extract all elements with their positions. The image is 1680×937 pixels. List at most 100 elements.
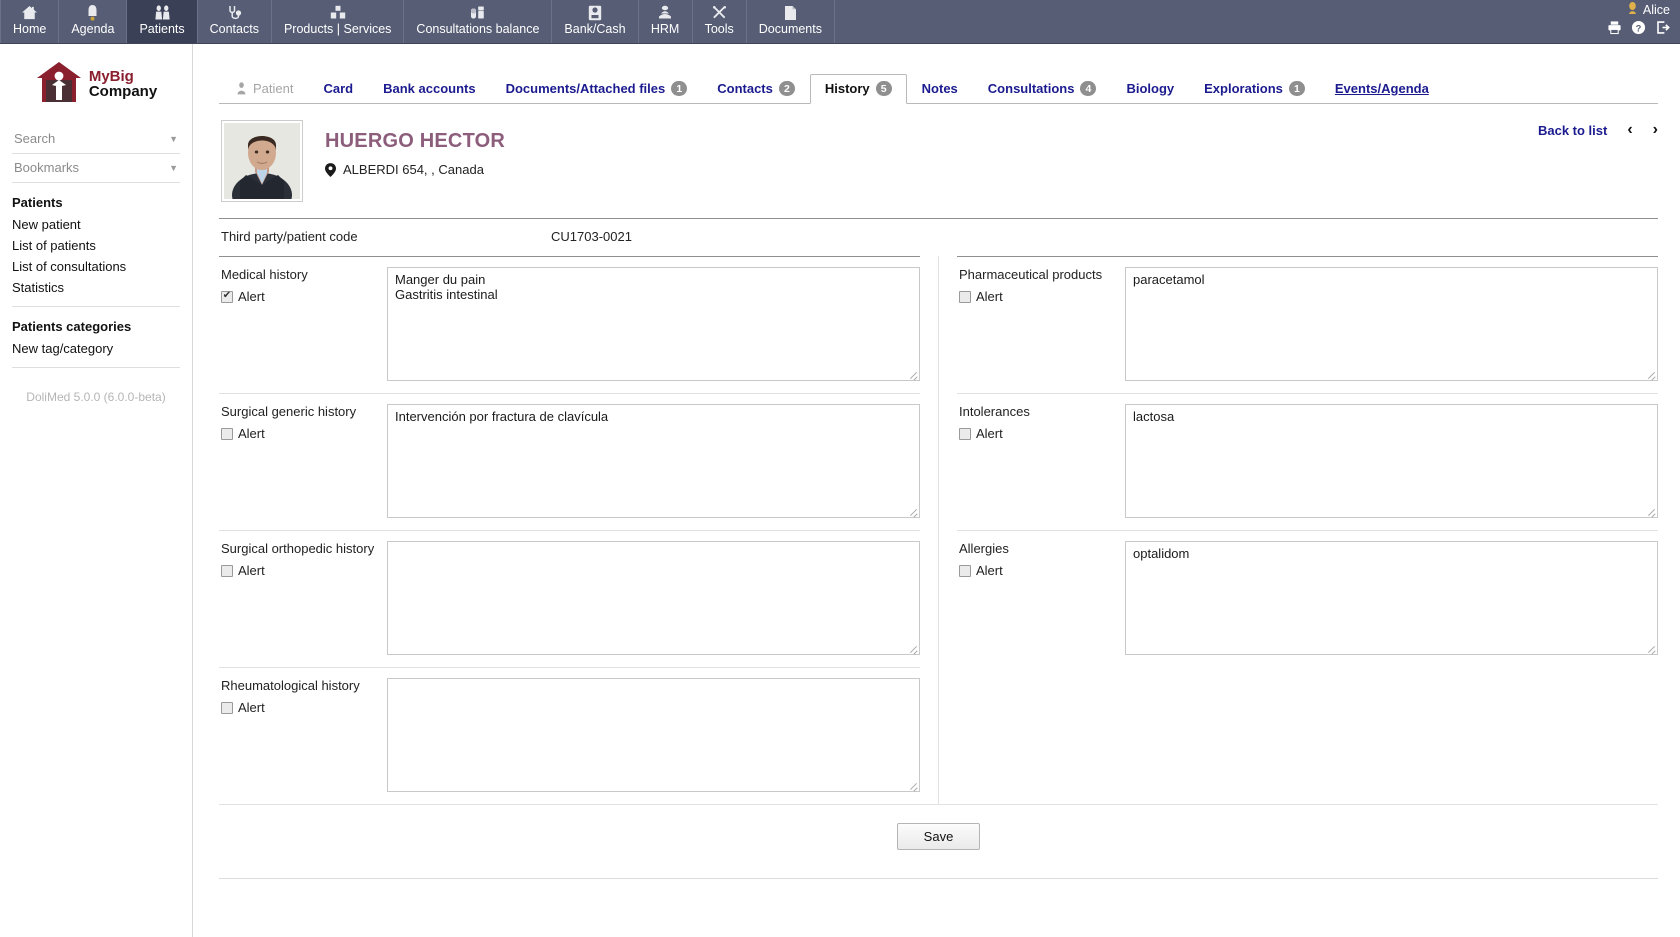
field-row: Pharmaceutical products Alert paracetamol — [957, 256, 1658, 393]
alert-label: Alert — [976, 563, 1003, 578]
menu-item-documents[interactable]: Documents — [747, 0, 835, 43]
field-row: Medical history Alert Manger du pain Gastr… — [219, 256, 920, 393]
field-row: Surgical orthopedic history Alert — [219, 530, 920, 667]
sidebar-item-new-patient[interactable]: New patient — [12, 214, 180, 235]
top-navigation-bar: Home Agenda Patients Contacts Products | Ser… — [0, 0, 1680, 44]
textarea-wrap: optalidom — [1125, 541, 1658, 655]
textarea-surgical-orthopedic-history[interactable] — [387, 541, 920, 655]
tab-label: Events/Agenda — [1334, 81, 1429, 96]
textarea-intolerances[interactable]: lactosa — [1125, 404, 1658, 518]
alert-toggle[interactable]: Alert — [959, 563, 1125, 578]
tab-label: Documents/Attached files — [505, 81, 666, 96]
alert-checkbox[interactable] — [221, 290, 233, 303]
help-icon[interactable]: ? — [1631, 20, 1646, 37]
patient-icon — [236, 82, 247, 95]
menu-item-consultations-balance[interactable]: Consultations balance — [404, 0, 553, 43]
documents-icon — [783, 3, 798, 22]
alert-label: Alert — [976, 426, 1003, 441]
main-content: Patient Card Bank accounts Documents/Attach… — [193, 44, 1680, 937]
alert-checkbox[interactable] — [221, 427, 233, 440]
tab-biology[interactable]: Biology — [1111, 74, 1189, 104]
sidebar-group-title: Patients categories — [12, 319, 132, 334]
alert-checkbox[interactable] — [959, 427, 971, 440]
print-icon[interactable] — [1607, 20, 1622, 37]
tab-label: Consultations — [987, 81, 1075, 96]
tab-badge: 2 — [778, 81, 795, 96]
menu-item-hrm[interactable]: HRM — [639, 0, 693, 43]
alert-toggle[interactable]: Alert — [221, 289, 387, 304]
tab-bank-accounts[interactable]: Bank accounts — [368, 74, 490, 104]
menu-item-tools[interactable]: Tools — [693, 0, 747, 43]
alert-toggle[interactable]: Alert — [221, 700, 387, 715]
sidebar-group-patients: Patients New patient List of patients List … — [12, 183, 180, 307]
field-label-rheumatological-history: Rheumatological history — [221, 678, 360, 693]
tab-history[interactable]: History 5 — [809, 74, 907, 104]
menu-item-patients[interactable]: Patients — [127, 0, 198, 43]
textarea-rheumatological-history[interactable] — [387, 678, 920, 792]
sidebar-item-list-of-patients[interactable]: List of patients — [12, 235, 180, 256]
search-input[interactable]: Search ▼ — [12, 125, 180, 154]
alert-toggle[interactable]: Alert — [221, 426, 387, 441]
logout-icon[interactable] — [1655, 20, 1670, 37]
textarea-allergies[interactable]: optalidom — [1125, 541, 1658, 655]
tab-badge: 4 — [1080, 81, 1097, 96]
alert-toggle[interactable]: Alert — [959, 289, 1125, 304]
textarea-medical-history[interactable]: Manger du pain Gastritis intestinal — [387, 267, 920, 381]
alert-label: Alert — [238, 563, 265, 578]
form-actions: Save — [219, 804, 1658, 850]
home-icon — [21, 3, 38, 22]
hrm-icon — [657, 3, 673, 22]
sidebar-item-list-of-consultations[interactable]: List of consultations — [12, 256, 180, 277]
menu-item-contacts[interactable]: Contacts — [198, 0, 272, 43]
alert-checkbox[interactable] — [959, 290, 971, 303]
company-name: MyBig Company — [89, 69, 157, 99]
field-label-wrap: Medical history Alert — [219, 267, 387, 304]
logo-line-2: Company — [88, 82, 158, 100]
sidebar-item-statistics[interactable]: Statistics — [12, 277, 180, 298]
back-to-list-link[interactable]: Back to list — [1538, 123, 1607, 138]
menu-item-products-services[interactable]: Products | Services — [272, 0, 405, 43]
textarea-wrap: Intervención por fractura de clavícula — [387, 404, 920, 518]
menu-item-label: Bank/Cash — [564, 22, 626, 36]
page-title: HUERGO HECTOR — [325, 130, 506, 152]
alert-checkbox[interactable] — [221, 701, 233, 714]
sidebar-nav: Patients New patient List of patients List … — [0, 183, 192, 368]
previous-record-button[interactable]: ‹ — [1627, 122, 1632, 138]
tab-contacts[interactable]: Contacts 2 — [702, 74, 810, 104]
company-logo[interactable]: MyBig Company — [0, 44, 192, 125]
logo-line-1: MyBig — [88, 67, 134, 85]
current-user[interactable]: Alice — [1627, 2, 1670, 17]
menu-item-agenda[interactable]: Agenda — [59, 0, 128, 43]
save-button[interactable]: Save — [896, 823, 981, 850]
alert-toggle[interactable]: Alert — [221, 563, 387, 578]
main-menu: Home Agenda Patients Contacts Products | Ser… — [0, 0, 835, 43]
alert-checkbox[interactable] — [221, 564, 233, 577]
next-record-button[interactable]: › — [1653, 122, 1658, 138]
tab-notes[interactable]: Notes — [907, 74, 973, 104]
tab-events-agenda[interactable]: Events/Agenda — [1320, 74, 1444, 104]
tab-label: Contacts — [717, 81, 773, 96]
user-name: Alice — [1642, 2, 1670, 17]
tab-card[interactable]: Card — [308, 74, 368, 104]
textarea-surgical-generic-history[interactable]: Intervención por fractura de clavícula — [387, 404, 920, 518]
bookmarks-dropdown[interactable]: Bookmarks ▼ — [12, 154, 180, 183]
chevron-down-icon[interactable]: ▼ — [169, 134, 178, 144]
tab-explorations[interactable]: Explorations 1 — [1189, 74, 1320, 104]
sidebar: MyBig Company Search ▼ Bookmarks ▼ Patie… — [0, 44, 193, 937]
chevron-down-icon[interactable]: ▼ — [169, 163, 178, 173]
alert-label: Alert — [238, 700, 265, 715]
tab-badge: 1 — [671, 81, 688, 96]
menu-item-home[interactable]: Home — [0, 0, 60, 43]
alert-toggle[interactable]: Alert — [959, 426, 1125, 441]
avatar — [221, 120, 303, 202]
tab-consultations[interactable]: Consultations 4 — [973, 74, 1112, 104]
alert-checkbox[interactable] — [959, 564, 971, 577]
sidebar-item-new-tag-category[interactable]: New tag/category — [12, 338, 180, 359]
house-logo-icon — [35, 60, 83, 107]
bookmarks-placeholder: Bookmarks — [14, 160, 80, 175]
alert-label: Alert — [238, 426, 265, 441]
tab-documents-attached-files[interactable]: Documents/Attached files 1 — [491, 74, 703, 104]
field-label-medical-history: Medical history — [221, 267, 308, 282]
textarea-pharmaceutical-products[interactable]: paracetamol — [1125, 267, 1658, 381]
menu-item-bank-cash[interactable]: Bank/Cash — [552, 0, 639, 43]
